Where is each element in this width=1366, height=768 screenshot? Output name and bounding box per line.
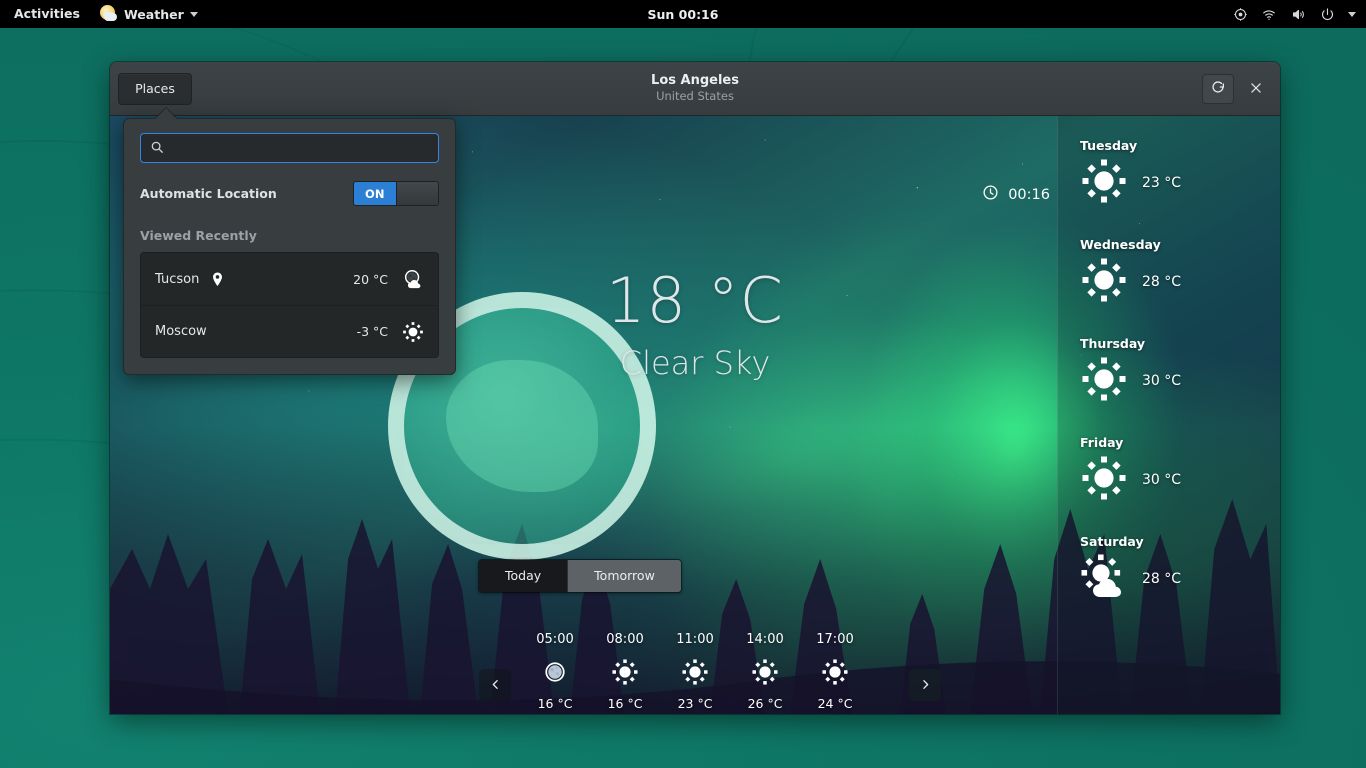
- location-pin-icon: [209, 271, 226, 288]
- viewed-recently-heading: Viewed Recently: [140, 228, 439, 243]
- page-title: Los Angeles: [110, 73, 1280, 89]
- automatic-location-label: Automatic Location: [140, 186, 277, 201]
- tab-tomorrow[interactable]: Tomorrow: [567, 560, 681, 592]
- recent-places-list: Tucson 20 °C Moscow -3 °C: [140, 252, 439, 358]
- recent-place-row[interactable]: Tucson 20 °C: [141, 253, 438, 305]
- app-menu-button[interactable]: Weather: [92, 5, 206, 23]
- tray-chevron-down-icon[interactable]: [1348, 12, 1356, 17]
- hourly-time: 17:00: [800, 632, 870, 647]
- hourly-temperature: 26 °C: [730, 696, 800, 711]
- daily-forecast-sidebar: Tuesday 23 °C Wednesday 28 °C Thursday: [1057, 116, 1280, 714]
- window-title-block: Los Angeles United States: [110, 73, 1280, 104]
- sun-icon: [730, 655, 800, 689]
- popover-arrow: [155, 108, 177, 119]
- page-subtitle: United States: [110, 89, 1280, 104]
- search-input[interactable]: [172, 141, 429, 156]
- local-time: 00:16: [982, 184, 1050, 205]
- toggle-knob: [396, 182, 439, 205]
- hourly-forecast: 05:00 16 °C08:00 16 °C11:00 23 °C14:00: [520, 632, 870, 711]
- weather-sun-cloud-icon: [100, 5, 118, 23]
- daily-forecast-row: Wednesday 28 °C: [1058, 237, 1280, 336]
- hourly-entry: 08:00 16 °C: [590, 632, 660, 711]
- search-icon: [150, 139, 164, 158]
- hourly-entry: 17:00 24 °C: [800, 632, 870, 711]
- daily-forecast-row: Tuesday 23 °C: [1058, 138, 1280, 237]
- hourly-time: 11:00: [660, 632, 730, 647]
- day-name: Tuesday: [1080, 138, 1280, 153]
- local-time-value: 00:16: [1008, 187, 1050, 203]
- place-temperature: -3 °C: [357, 324, 388, 339]
- hourly-next-button[interactable]: [909, 669, 941, 701]
- volume-icon[interactable]: [1290, 7, 1307, 22]
- hourly-time: 08:00: [590, 632, 660, 647]
- refresh-icon: [1210, 79, 1226, 99]
- hourly-temperature: 16 °C: [520, 696, 590, 711]
- sun-icon: [1080, 454, 1128, 506]
- sun-cloud-icon: [1080, 553, 1128, 605]
- recent-place-row[interactable]: Moscow -3 °C: [141, 305, 438, 357]
- desktop: Activities Weather Sun 00:16: [0, 0, 1366, 768]
- place-name: Moscow: [155, 324, 207, 339]
- day-toggle: Today Tomorrow: [478, 559, 682, 593]
- places-button[interactable]: Places: [118, 73, 192, 105]
- sun-icon: [1080, 355, 1128, 407]
- places-popover: Automatic Location ON Viewed Recently Tu…: [123, 118, 456, 375]
- refresh-button[interactable]: [1202, 74, 1234, 104]
- hourly-temperature: 24 °C: [800, 696, 870, 711]
- day-temperature: 30 °C: [1142, 373, 1181, 389]
- hourly-entry: 05:00 16 °C: [520, 632, 590, 711]
- top-bar: Activities Weather Sun 00:16: [0, 0, 1366, 28]
- cloudy-night-icon: [402, 268, 424, 290]
- day-name: Saturday: [1080, 534, 1280, 549]
- hourly-temperature: 23 °C: [660, 696, 730, 711]
- sun-icon: [1080, 157, 1128, 209]
- app-menu-label: Weather: [124, 7, 184, 22]
- moon-icon: [520, 655, 590, 689]
- day-temperature: 23 °C: [1142, 175, 1181, 191]
- wifi-icon[interactable]: [1261, 7, 1277, 22]
- automatic-location-toggle[interactable]: ON: [353, 181, 439, 206]
- day-temperature: 30 °C: [1142, 472, 1181, 488]
- close-icon: [1249, 80, 1263, 99]
- sun-icon: [402, 321, 424, 343]
- hourly-temperature: 16 °C: [590, 696, 660, 711]
- place-name: Tucson: [155, 272, 199, 287]
- hourly-entry: 14:00 26 °C: [730, 632, 800, 711]
- automatic-location-row: Automatic Location ON: [140, 181, 439, 206]
- hourly-prev-button[interactable]: [479, 669, 511, 701]
- header-bar-actions: [1202, 62, 1272, 116]
- day-name: Friday: [1080, 435, 1280, 450]
- sun-icon: [660, 655, 730, 689]
- location-target-icon[interactable]: [1233, 7, 1248, 22]
- chevron-right-icon: [919, 676, 932, 695]
- daily-forecast-row: Friday 30 °C: [1058, 435, 1280, 534]
- daily-forecast-row: Saturday 28 °C: [1058, 534, 1280, 633]
- chevron-down-icon: [190, 12, 198, 17]
- place-temperature: 20 °C: [353, 272, 388, 287]
- power-icon[interactable]: [1320, 7, 1335, 22]
- search-box[interactable]: [140, 133, 439, 163]
- sun-icon: [590, 655, 660, 689]
- sun-icon: [1080, 256, 1128, 308]
- clock-icon: [982, 184, 999, 205]
- day-temperature: 28 °C: [1142, 571, 1181, 587]
- toggle-state-label: ON: [354, 182, 396, 205]
- system-tray: [1233, 0, 1356, 28]
- activities-button[interactable]: Activities: [0, 0, 92, 28]
- chevron-left-icon: [489, 676, 502, 695]
- hourly-time: 14:00: [730, 632, 800, 647]
- day-name: Wednesday: [1080, 237, 1280, 252]
- day-temperature: 28 °C: [1142, 274, 1181, 290]
- hourly-time: 05:00: [520, 632, 590, 647]
- hourly-entry: 11:00 23 °C: [660, 632, 730, 711]
- header-bar: Places Los Angeles United States: [110, 62, 1280, 116]
- day-name: Thursday: [1080, 336, 1280, 351]
- daily-forecast-row: Thursday 30 °C: [1058, 336, 1280, 435]
- sun-icon: [800, 655, 870, 689]
- tab-today[interactable]: Today: [479, 560, 567, 592]
- close-button[interactable]: [1240, 74, 1272, 104]
